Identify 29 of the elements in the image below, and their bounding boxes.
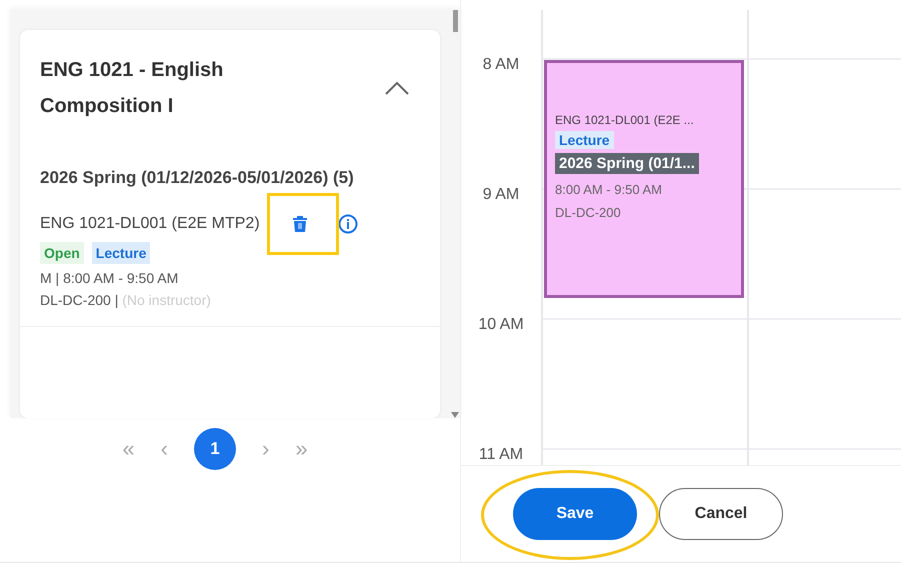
event-room: DL-DC-200 (555, 205, 621, 220)
calendar-event[interactable]: ENG 1021-DL001 (E2E ... Lecture 2026 Spring (01/1... 8:00 AM - 9:50 AM DL-DC-200 (544, 60, 744, 298)
term-heading: 2026 Spring (01/12/2026-05/01/2026) (5) (40, 167, 355, 189)
term-tag: 2026 Spring (01/1... (555, 153, 699, 174)
cancel-button[interactable]: Cancel (659, 488, 783, 540)
time-label: 9 AM (482, 186, 520, 203)
trash-icon[interactable] (292, 215, 308, 233)
type-tag: Lecture (92, 242, 150, 264)
scroll-down-arrow-icon[interactable] (451, 412, 459, 418)
last-page-button[interactable]: » (295, 436, 308, 462)
next-page-button[interactable]: › (262, 436, 270, 462)
course-title: ENG 1021 - English Composition I (40, 58, 224, 119)
save-button[interactable]: Save (513, 488, 637, 540)
first-page-button[interactable]: « (122, 436, 135, 462)
type-tag: Lecture (555, 131, 614, 149)
event-time: 8:00 AM - 9:50 AM (555, 182, 662, 197)
collapse-chevron-icon[interactable] (384, 80, 410, 96)
status-tag: Open (40, 242, 84, 264)
page-button[interactable]: 1 (194, 428, 236, 470)
info-icon[interactable] (338, 214, 358, 234)
previous-page-button[interactable]: ‹ (160, 436, 168, 462)
schedule-text: M | 8:00 AM - 9:50 AM (40, 270, 180, 286)
section-name: ENG 1021-DL001 (E2E MTP2) (40, 215, 260, 233)
scrollbar-thumb[interactable] (452, 10, 458, 32)
time-label: 11 AM (478, 446, 524, 463)
time-label: 10 AM (478, 316, 524, 333)
time-label: 8 AM (482, 56, 520, 73)
event-title: ENG 1021-DL001 (E2E ... (555, 113, 694, 127)
room-text: DL-DC-200 | (40, 292, 118, 308)
